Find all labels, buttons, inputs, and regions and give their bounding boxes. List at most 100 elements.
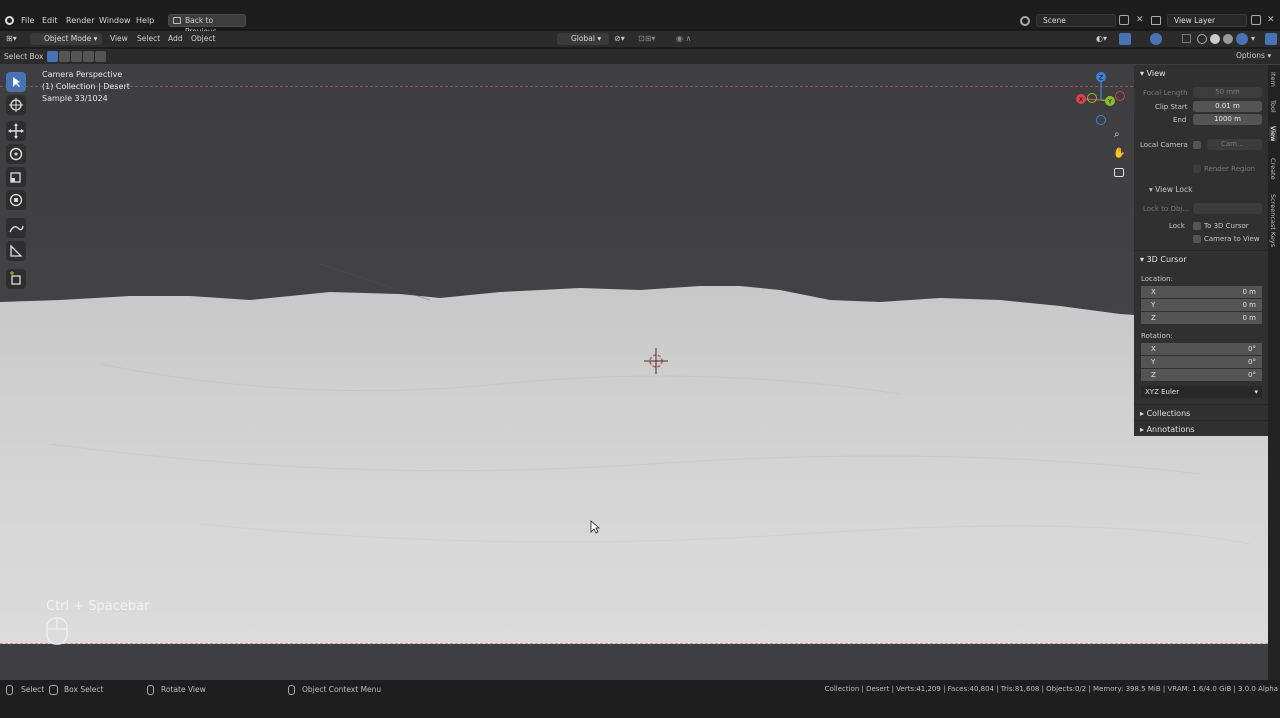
- orientation-dropdown[interactable]: Global ▾: [557, 33, 609, 45]
- header-menu-select[interactable]: Select: [137, 34, 160, 43]
- select-mode-extend-icon[interactable]: [59, 51, 70, 62]
- transform-tool[interactable]: [6, 190, 26, 210]
- location-z-field[interactable]: Z 0 m: [1141, 312, 1262, 324]
- new-view-layer-icon[interactable]: [1251, 15, 1261, 25]
- zoom-icon[interactable]: ⌕: [1114, 129, 1120, 140]
- location-y-field[interactable]: Y 0 m: [1141, 299, 1262, 311]
- measure-tool[interactable]: [6, 241, 26, 261]
- transform-icon: [9, 193, 23, 207]
- options-dropdown[interactable]: Options ▾: [1236, 51, 1271, 60]
- shading-wireframe-icon[interactable]: [1197, 34, 1207, 44]
- camera-to-view-checkbox[interactable]: [1193, 235, 1201, 243]
- back-to-previous-button[interactable]: Back to Previous: [168, 14, 246, 36]
- remove-scene-icon[interactable]: ✕: [1136, 15, 1144, 25]
- shading-options-icon[interactable]: ▾: [1251, 34, 1255, 43]
- clip-end-field[interactable]: 1000 m: [1193, 114, 1262, 125]
- select-mode-new-icon[interactable]: [47, 51, 58, 62]
- xray-icon[interactable]: [1182, 34, 1191, 43]
- 3d-cursor-tool-icon: [9, 98, 23, 112]
- pivot-icon[interactable]: ⊘▾: [614, 34, 625, 43]
- 3d-cursor-section-header[interactable]: ▾ 3D Cursor: [1140, 255, 1187, 264]
- view-lock-header[interactable]: ▾ View Lock: [1149, 185, 1192, 194]
- snap-icon[interactable]: ⊡⊞▾: [638, 34, 655, 43]
- header-menu-object[interactable]: Object: [191, 34, 215, 43]
- rotation-y-field[interactable]: Y 0°: [1141, 356, 1262, 368]
- header-menu-add[interactable]: Add: [168, 34, 183, 43]
- 3d-cursor-icon: [644, 348, 668, 374]
- select-mode-intersect-icon[interactable]: [95, 51, 106, 62]
- scale-icon: [10, 172, 21, 183]
- menu-file[interactable]: File: [21, 16, 34, 25]
- rotation-x-field[interactable]: X 0°: [1141, 343, 1262, 355]
- select-box-tool[interactable]: [6, 72, 26, 92]
- 3d-viewport[interactable]: Camera Perspective (1) Collection | Dese…: [0, 64, 1280, 680]
- rotation-mode-dropdown[interactable]: XYZ Euler ▾: [1141, 386, 1262, 398]
- view-layer-icon[interactable]: [1151, 16, 1161, 25]
- annotate-pencil-icon: [9, 225, 24, 233]
- gizmo-toggle-icon[interactable]: [1119, 33, 1131, 45]
- menu-render[interactable]: Render: [66, 16, 94, 25]
- new-scene-icon[interactable]: [1119, 15, 1129, 25]
- menu-window[interactable]: Window: [99, 16, 131, 25]
- tab-create[interactable]: Create: [1269, 158, 1277, 180]
- tab-view[interactable]: View: [1269, 126, 1277, 142]
- toggle-sidebar-icon[interactable]: [1265, 33, 1277, 45]
- proportional-edit-icon[interactable]: ◉ ∧: [676, 34, 691, 43]
- rotate-tool[interactable]: [6, 144, 26, 164]
- lock-to-object-field[interactable]: [1193, 203, 1262, 214]
- scale-tool[interactable]: [6, 167, 26, 187]
- lock-to-3d-cursor-checkbox[interactable]: [1193, 222, 1201, 230]
- gizmo-x-label: X: [1079, 96, 1084, 104]
- active-tool-label: Select Box: [4, 52, 44, 61]
- rotation-z-field[interactable]: Z 0°: [1141, 369, 1262, 381]
- scene-field[interactable]: Scene: [1036, 14, 1116, 27]
- local-camera-value: Cam...: [1221, 140, 1244, 148]
- status-context-menu: Object Context Menu: [302, 685, 382, 694]
- local-camera-checkbox[interactable]: [1193, 141, 1201, 149]
- visibility-icon[interactable]: ◐▾: [1096, 34, 1107, 43]
- cursor-tool[interactable]: [6, 95, 26, 115]
- camera-view-icon[interactable]: [1114, 168, 1124, 177]
- annotations-section-header[interactable]: ▸ Annotations: [1140, 425, 1195, 434]
- shading-material-icon[interactable]: [1223, 34, 1233, 44]
- axis-value: 0 m: [1242, 301, 1257, 309]
- overlay-toggle-icon[interactable]: [1150, 33, 1162, 45]
- location-label: Location:: [1141, 275, 1173, 283]
- mode-dropdown[interactable]: Object Mode ▾: [30, 33, 102, 45]
- view-section-header[interactable]: ▾ View: [1140, 69, 1166, 78]
- select-mode-invert-icon[interactable]: [83, 51, 94, 62]
- tab-item[interactable]: Item: [1269, 72, 1277, 87]
- view-layer-field[interactable]: View Layer: [1167, 14, 1247, 27]
- axis-label: Y: [1151, 358, 1156, 366]
- menu-help[interactable]: Help: [136, 16, 154, 25]
- local-camera-field[interactable]: Cam...: [1207, 139, 1262, 150]
- shading-solid-icon[interactable]: [1210, 34, 1220, 44]
- blender-logo-icon[interactable]: [5, 16, 14, 25]
- render-region-checkbox[interactable]: [1193, 165, 1201, 173]
- header-menu-view[interactable]: View: [110, 34, 128, 43]
- annotate-tool[interactable]: [6, 218, 26, 238]
- remove-view-layer-icon[interactable]: ✕: [1267, 15, 1275, 25]
- axis-label: X: [1151, 345, 1156, 353]
- pan-hand-icon[interactable]: ✋: [1113, 148, 1125, 159]
- location-x-field[interactable]: X 0 m: [1141, 286, 1262, 298]
- annotations-label: Annotations: [1146, 425, 1195, 434]
- scene-icon[interactable]: [1020, 16, 1030, 26]
- select-mode-subtract-icon[interactable]: [71, 51, 82, 62]
- collections-section-header[interactable]: ▸ Collections: [1140, 409, 1190, 418]
- viewport-info-camera: Camera Perspective: [42, 70, 123, 79]
- local-camera-label: Local Camera: [1140, 141, 1188, 149]
- clip-start-field[interactable]: 0.01 m: [1193, 101, 1262, 112]
- shading-rendered-icon[interactable]: [1236, 33, 1248, 45]
- navigation-gizmo[interactable]: Z Y X: [1073, 70, 1129, 130]
- tab-tool[interactable]: Tool: [1269, 100, 1277, 113]
- menu-edit[interactable]: Edit: [42, 16, 58, 25]
- editor-type-icon[interactable]: ⊞▾: [6, 34, 22, 44]
- add-cube-tool[interactable]: [6, 269, 26, 289]
- tab-screencast-keys[interactable]: Screencast Keys: [1269, 194, 1277, 247]
- move-tool[interactable]: [6, 121, 26, 141]
- mouse-middle-icon: [147, 685, 154, 695]
- viewport-info-collection: (1) Collection | Desert: [42, 82, 130, 91]
- panel-divider: [1134, 404, 1268, 405]
- panel-divider: [1134, 420, 1268, 421]
